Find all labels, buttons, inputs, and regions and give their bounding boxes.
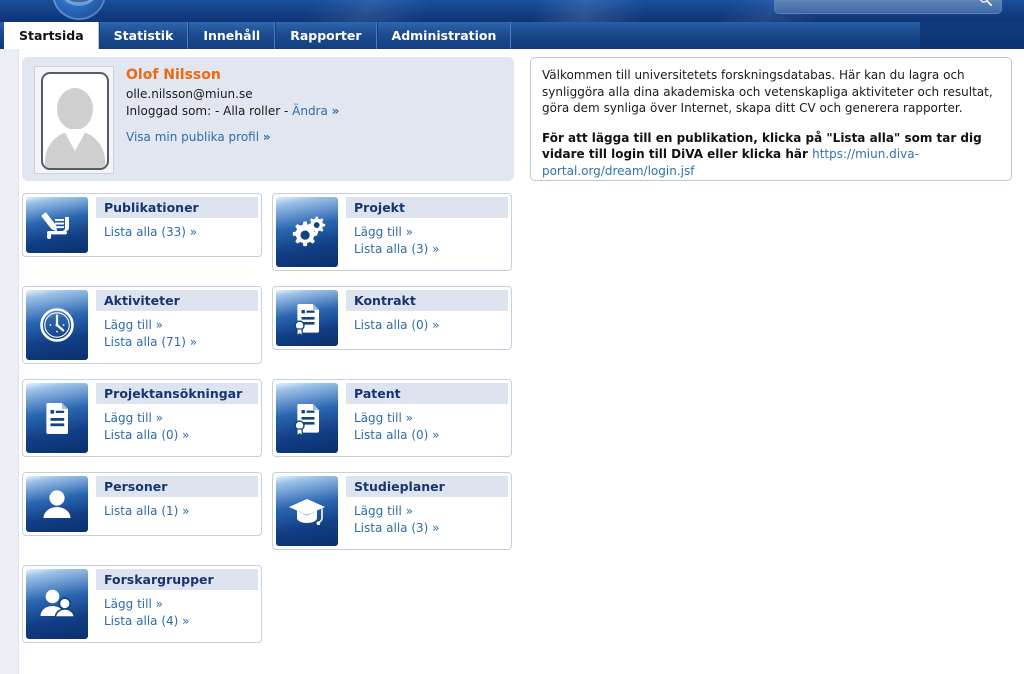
- card-link-lagg-till[interactable]: Lägg till »: [104, 596, 261, 613]
- card-title: Kontrakt: [346, 290, 508, 311]
- chevron-right-icon: »: [262, 130, 271, 144]
- card-links: Lägg till » Lista alla (71) »: [96, 311, 261, 351]
- view-public-profile-link[interactable]: Visa min publika profil: [126, 130, 259, 144]
- card-body: Forskargrupper Lägg till » Lista alla (4…: [88, 566, 261, 642]
- tab-label: Administration: [391, 28, 497, 43]
- card-link-lista-alla[interactable]: Lista alla (0) »: [354, 427, 511, 444]
- search-box[interactable]: [774, 0, 1002, 14]
- tab-label: Startsida: [19, 28, 84, 43]
- card-link-lista-alla[interactable]: Lista alla (0) »: [354, 317, 511, 334]
- card-aktiviteter[interactable]: Aktiviteter Lägg till » Lista alla (71) …: [22, 286, 262, 364]
- card-link-lista-alla[interactable]: Lista alla (3) »: [354, 241, 511, 258]
- card-title: Projektansökningar: [96, 383, 258, 404]
- card-publikationer[interactable]: Publikationer Lista alla (33) »: [22, 193, 262, 257]
- tab-administration[interactable]: Administration: [376, 22, 512, 49]
- tab-label: Statistik: [113, 28, 174, 43]
- card-links: Lista alla (0) »: [346, 311, 511, 334]
- card-title: Publikationer: [96, 197, 258, 218]
- card-links: Lista alla (33) »: [96, 218, 261, 241]
- change-role-link[interactable]: Ändra: [292, 104, 328, 118]
- page-content: Olof Nilsson olle.nilsson@miun.se Inlogg…: [0, 49, 1024, 674]
- card-link-lagg-till[interactable]: Lägg till »: [354, 410, 511, 427]
- clock-icon: [26, 290, 88, 360]
- card-studieplaner[interactable]: Studieplaner Lägg till » Lista alla (3) …: [272, 472, 512, 550]
- gears-icon: [276, 197, 338, 267]
- card-link-lista-alla[interactable]: Lista alla (33) »: [104, 224, 261, 241]
- welcome-instruction: För att lägga till en publikation, klick…: [542, 130, 1000, 180]
- chevron-right-icon: »: [331, 104, 340, 118]
- document-seal-icon: [276, 290, 338, 346]
- document-seal-icon: [276, 383, 338, 453]
- card-links: Lista alla (1) »: [96, 497, 261, 520]
- publication-scroll-pen-icon: [26, 197, 88, 253]
- search-input[interactable]: [782, 0, 972, 12]
- card-patent[interactable]: Patent Lägg till » Lista alla (0) »: [272, 379, 512, 457]
- card-forskargrupper[interactable]: Forskargrupper Lägg till » Lista alla (4…: [22, 565, 262, 643]
- card-link-lagg-till[interactable]: Lägg till »: [104, 410, 261, 427]
- card-link-lagg-till[interactable]: Lägg till »: [354, 503, 511, 520]
- welcome-paragraph: Välkommen till universitetets forsknings…: [542, 68, 993, 115]
- card-link-lista-alla[interactable]: Lista alla (1) »: [104, 503, 261, 520]
- card-personer[interactable]: Personer Lista alla (1) »: [22, 472, 262, 536]
- avatar: [41, 72, 109, 170]
- card-link-lagg-till[interactable]: Lägg till »: [104, 317, 261, 334]
- card-title: Projekt: [346, 197, 508, 218]
- card-link-lista-alla[interactable]: Lista alla (0) »: [104, 427, 261, 444]
- card-projektansokningar[interactable]: Projektansökningar Lägg till » Lista all…: [22, 379, 262, 457]
- public-profile-row: Visa min publika profil »: [126, 130, 271, 144]
- card-title: Patent: [346, 383, 508, 404]
- card-body: Projektansökningar Lägg till » Lista all…: [88, 380, 261, 456]
- card-projekt[interactable]: Projekt Lägg till » Lista alla (3) »: [272, 193, 512, 271]
- tab-startsida[interactable]: Startsida: [4, 22, 99, 49]
- card-links: Lägg till » Lista alla (0) »: [96, 404, 261, 444]
- tab-innehall[interactable]: Innehåll: [188, 22, 276, 49]
- card-kontrakt[interactable]: Kontrakt Lista alla (0) »: [272, 286, 512, 350]
- profile-info: Olof Nilsson olle.nilsson@miun.se Inlogg…: [126, 67, 504, 120]
- card-link-lista-alla[interactable]: Lista alla (3) »: [354, 520, 511, 537]
- card-body: Studieplaner Lägg till » Lista alla (3) …: [338, 473, 511, 549]
- card-body: Kontrakt Lista alla (0) »: [338, 287, 511, 349]
- card-body: Personer Lista alla (1) »: [88, 473, 261, 535]
- card-links: Lägg till » Lista alla (4) »: [96, 590, 261, 630]
- welcome-panel: Välkommen till universitetets forsknings…: [530, 57, 1012, 181]
- card-title: Studieplaner: [346, 476, 508, 497]
- avatar-collar-shape: [63, 129, 87, 151]
- tab-label: Innehåll: [203, 28, 261, 43]
- avatar-frame: [34, 66, 114, 174]
- card-links: Lägg till » Lista alla (3) »: [346, 218, 511, 258]
- person-icon: [26, 476, 88, 532]
- tabbar-right-filler: [920, 22, 1024, 49]
- tab-rapporter[interactable]: Rapporter: [275, 22, 377, 49]
- card-links: Lägg till » Lista alla (3) »: [346, 497, 511, 537]
- top-banner: [0, 0, 1024, 22]
- card-link-lista-alla[interactable]: Lista alla (71) »: [104, 334, 261, 351]
- profile-role-line: Inloggad som: - Alla roller - Ändra »: [126, 103, 504, 120]
- tab-label: Rapporter: [290, 28, 362, 43]
- avatar-head-shape: [57, 88, 93, 130]
- graduation-cap-icon: [276, 476, 338, 546]
- search-icon[interactable]: [978, 0, 993, 7]
- tab-statistik[interactable]: Statistik: [98, 22, 189, 49]
- card-title: Personer: [96, 476, 258, 497]
- user-profile-panel: Olof Nilsson olle.nilsson@miun.se Inlogg…: [22, 57, 514, 181]
- card-body: Patent Lägg till » Lista alla (0) »: [338, 380, 511, 456]
- card-body: Projekt Lägg till » Lista alla (3) »: [338, 194, 511, 270]
- profile-email: olle.nilsson@miun.se: [126, 87, 253, 101]
- card-body: Aktiviteter Lägg till » Lista alla (71) …: [88, 287, 261, 363]
- tab-list: Startsida Statistik Innehåll Rapporter A…: [4, 22, 512, 49]
- card-link-lagg-till[interactable]: Lägg till »: [354, 224, 511, 241]
- two-people-icon: [26, 569, 88, 639]
- left-rail: [0, 49, 19, 674]
- profile-role-text: Inloggad som: - Alla roller -: [126, 104, 293, 118]
- card-title: Aktiviteter: [96, 290, 258, 311]
- card-links: Lägg till » Lista alla (0) »: [346, 404, 511, 444]
- main-navigation-tabbar: Startsida Statistik Innehåll Rapporter A…: [0, 22, 1024, 49]
- profile-name: Olof Nilsson: [126, 67, 221, 83]
- card-body: Publikationer Lista alla (33) »: [88, 194, 261, 256]
- card-link-lista-alla[interactable]: Lista alla (4) »: [104, 613, 261, 630]
- card-title: Forskargrupper: [96, 569, 258, 590]
- document-icon: [26, 383, 88, 453]
